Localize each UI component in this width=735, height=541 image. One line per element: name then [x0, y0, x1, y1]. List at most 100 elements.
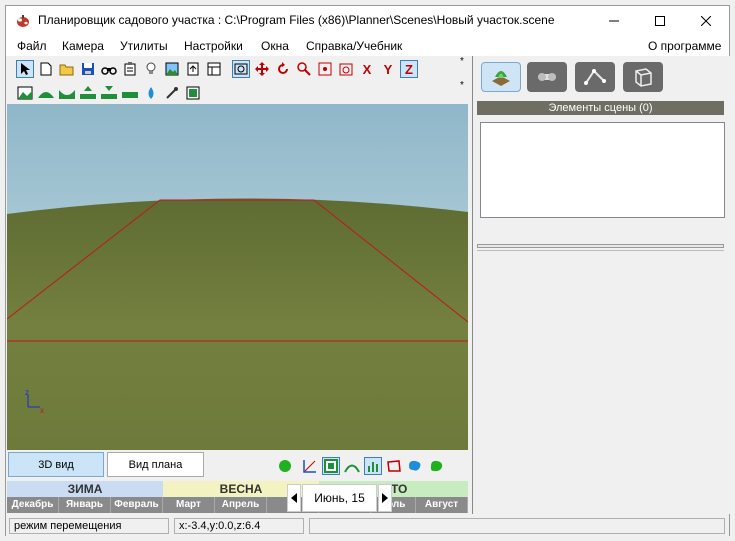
month-august[interactable]: Август	[416, 497, 468, 513]
date-picker: Июнь, 15	[287, 484, 393, 512]
app-logo-icon	[17, 15, 29, 27]
terrain-flatten-button[interactable]	[121, 84, 139, 102]
axes-measure-icon	[303, 460, 316, 473]
landscape-picture-icon	[165, 62, 179, 76]
new-file-button[interactable]	[37, 60, 55, 78]
date-prev-button[interactable]	[287, 484, 301, 512]
minimize-icon	[609, 20, 619, 22]
clipboard-button[interactable]	[121, 60, 139, 78]
terrain-toolbar	[16, 82, 205, 104]
menu-help[interactable]: Справка/Учебник	[306, 39, 402, 53]
measure-tool[interactable]	[301, 457, 319, 475]
eyedropper-button[interactable]	[163, 84, 181, 102]
close-button[interactable]	[683, 6, 729, 36]
terrain-picture-icon	[17, 86, 33, 100]
tab-objects[interactable]	[527, 62, 567, 92]
report-button[interactable]	[205, 60, 223, 78]
tab-paths[interactable]	[575, 62, 615, 92]
polygon-icon	[387, 460, 401, 472]
camera-snapshot-icon	[339, 63, 353, 76]
save-button[interactable]	[79, 60, 97, 78]
move-tool[interactable]	[253, 60, 271, 78]
lightbulb-icon	[146, 62, 156, 74]
toolbar-pin-marker: *	[460, 56, 464, 67]
texture-frame-icon	[186, 86, 200, 100]
polygon-tool[interactable]	[385, 457, 403, 475]
binoculars-icon	[101, 67, 117, 75]
status-empty-field	[309, 518, 725, 534]
add-tree-button[interactable]	[276, 457, 294, 475]
open-file-button[interactable]	[58, 60, 76, 78]
menu-settings[interactable]: Настройки	[184, 39, 243, 53]
minimize-button[interactable]	[591, 6, 637, 36]
month-strip: Декабрь Январь Февраль Март Апрель оль А…	[7, 497, 468, 513]
status-coordinates: x:-3.4,y:0.0,z:6.4	[174, 518, 304, 534]
eyedropper-icon	[166, 87, 178, 99]
fit-frame-icon	[318, 62, 332, 76]
slope-icon	[344, 464, 360, 473]
select-pointer-tool[interactable]	[16, 60, 34, 78]
terrain-raise-button[interactable]	[79, 84, 97, 102]
hill-icon	[38, 92, 54, 98]
maximize-button[interactable]	[637, 6, 683, 36]
status-bar: режим перемещения x:-3.4,y:0.0,z:6.4	[6, 515, 729, 536]
water-drop-icon	[148, 87, 154, 99]
chart-tool[interactable]	[364, 457, 382, 475]
binoculars-button[interactable]	[100, 60, 118, 78]
terrain-hill-button[interactable]	[37, 84, 55, 102]
scene-render: z x	[7, 104, 468, 450]
axis-y-button[interactable]: Y	[379, 60, 397, 78]
axis-z-button[interactable]: Z	[400, 60, 418, 78]
pond-tool[interactable]	[406, 457, 424, 475]
month-january[interactable]: Январь	[59, 497, 111, 513]
fit-view-tool[interactable]	[316, 60, 334, 78]
terrain-picture-button[interactable]	[16, 84, 34, 102]
texture-button[interactable]	[184, 84, 202, 102]
menu-windows[interactable]: Окна	[261, 39, 289, 53]
lower-terrain-icon	[101, 86, 117, 99]
water-button[interactable]	[142, 84, 160, 102]
menu-utilities[interactable]: Утилиты	[120, 39, 168, 53]
axis-y-label: Y	[383, 61, 393, 77]
axis-z-label: Z	[405, 61, 413, 77]
rotate-tool[interactable]	[274, 60, 292, 78]
3d-viewport[interactable]: z x	[7, 104, 468, 450]
picture-button[interactable]	[163, 60, 181, 78]
zoom-tool[interactable]	[295, 60, 313, 78]
camera-view-tool[interactable]	[232, 60, 250, 78]
view-3d-button[interactable]: 3D вид	[8, 452, 104, 477]
menu-about[interactable]: О программе	[648, 39, 721, 53]
axis-x-button[interactable]: X	[358, 60, 376, 78]
view-plan-button[interactable]: Вид плана	[107, 452, 204, 477]
view-bar: 3D вид Вид плана	[6, 450, 472, 482]
tab-plants[interactable]	[481, 62, 521, 92]
menu-camera[interactable]: Камера	[62, 39, 104, 53]
panel-splitter[interactable]	[477, 244, 724, 248]
date-next-button[interactable]	[378, 484, 392, 512]
axis-z-gizmo-label: z	[25, 388, 29, 397]
season-winter-label: ЗИМА	[67, 482, 103, 496]
menu-file[interactable]: Файл	[17, 39, 47, 53]
month-december[interactable]: Декабрь	[7, 497, 59, 513]
flatten-terrain-icon	[122, 92, 138, 98]
month-march[interactable]: Март	[163, 497, 215, 513]
season-calendar[interactable]: ЗИМА ВЕСНА ЕТО Декабрь Январь Февраль Ма…	[7, 481, 468, 513]
terrain-pit-button[interactable]	[58, 84, 76, 102]
export-button[interactable]	[184, 60, 202, 78]
month-april[interactable]: Апрель	[215, 497, 267, 513]
film-camera-icon	[234, 63, 248, 75]
axis-x-gizmo-label: x	[40, 406, 44, 415]
scene-elements-list[interactable]	[480, 122, 725, 218]
bar-chart-icon	[368, 462, 378, 472]
slope-tool[interactable]	[343, 457, 361, 475]
tab-buildings[interactable]	[623, 62, 663, 92]
area-tool[interactable]	[322, 457, 340, 475]
report-table-icon	[207, 62, 221, 76]
snapshot-tool[interactable]	[337, 60, 355, 78]
window-title: Планировщик садового участка : C:\Progra…	[38, 13, 555, 27]
lawn-tool[interactable]	[427, 457, 445, 475]
terrain-lower-button[interactable]	[100, 84, 118, 102]
month-february[interactable]: Февраль	[111, 497, 163, 513]
light-button[interactable]	[142, 60, 160, 78]
pipe-objects-icon	[538, 73, 556, 81]
